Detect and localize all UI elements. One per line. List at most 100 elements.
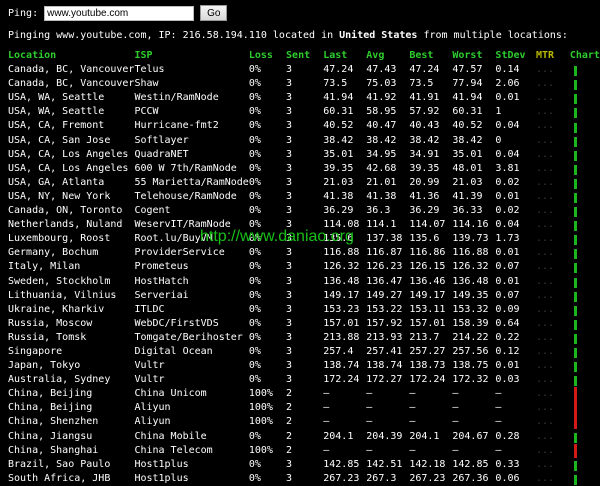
- mtr-link[interactable]: ...: [536, 331, 570, 345]
- mtr-link[interactable]: ...: [536, 134, 570, 148]
- sent-cell: 3: [286, 162, 293, 174]
- worst-cell: 38.42: [452, 134, 483, 146]
- last-cell: 47.24: [323, 64, 354, 76]
- last-cell: –: [323, 444, 330, 456]
- mtr-link[interactable]: ...: [536, 387, 570, 401]
- last-cell: 153.23: [323, 303, 360, 315]
- mtr-link[interactable]: ...: [536, 472, 570, 486]
- latency-bar: [573, 263, 577, 274]
- table-row: Lithuania, Vilnius Serveriai 0% 3 149.17 149.…: [8, 289, 600, 303]
- mtr-link[interactable]: ...: [536, 458, 570, 472]
- last-cell: 36.29: [323, 205, 354, 217]
- mtr-link[interactable]: ...: [536, 317, 570, 331]
- mtr-link[interactable]: ...: [536, 303, 570, 317]
- mtr-link[interactable]: ...: [536, 444, 570, 458]
- stdev-cell: 0.04: [495, 120, 520, 132]
- location-cell: Russia, Moscow: [8, 317, 93, 329]
- mtr-link[interactable]: ...: [536, 289, 570, 303]
- loss-cell: 0%: [248, 148, 261, 160]
- mtr-link[interactable]: ...: [536, 359, 570, 373]
- col-header-mtr: MTR: [535, 50, 555, 61]
- mtr-link[interactable]: ...: [536, 218, 570, 232]
- mtr-link[interactable]: ...: [536, 260, 570, 274]
- worst-cell: 41.39: [452, 190, 483, 202]
- isp-cell: Softlayer: [134, 134, 189, 146]
- loss-cell: 0%: [248, 78, 261, 90]
- best-cell: 34.91: [409, 148, 440, 160]
- loss-cell: 0%: [248, 247, 261, 259]
- mtr-link[interactable]: ...: [536, 246, 570, 260]
- host-input[interactable]: [44, 5, 195, 21]
- sent-cell: 3: [286, 317, 293, 329]
- latency-bar: [573, 150, 577, 161]
- mtr-link[interactable]: ...: [536, 204, 570, 218]
- summary-prefix: Pinging www.youtube.com, IP: 216.58.194.…: [8, 30, 340, 41]
- worst-cell: 35.01: [452, 148, 483, 160]
- worst-cell: 40.52: [452, 120, 483, 132]
- worst-cell: 114.16: [452, 219, 489, 231]
- loss-cell: 0%: [248, 120, 261, 132]
- mtr-link[interactable]: ...: [536, 232, 570, 246]
- mtr-link[interactable]: ...: [536, 345, 570, 359]
- latency-bar: [573, 80, 577, 91]
- mtr-link[interactable]: ...: [536, 119, 570, 133]
- table-row: Canada, BC, Vancouver Shaw 0% 3 73.5 75.03 73.…: [8, 77, 600, 91]
- mtr-link[interactable]: ...: [536, 162, 570, 176]
- table-row: China, Shanghai China Telecom 100% 2 – – – – –..…: [8, 443, 600, 458]
- loss-cell: 100%: [248, 402, 273, 414]
- mtr-link[interactable]: ...: [536, 148, 570, 162]
- stdev-cell: 0.01: [495, 360, 520, 372]
- mtr-link[interactable]: ...: [536, 415, 570, 429]
- loss-cell: 0%: [248, 162, 261, 174]
- loss-cell: 0%: [248, 190, 261, 202]
- table-row: Canada, ON, Toronto Cogent 0% 3 36.29 36.3 36.…: [8, 204, 600, 218]
- stdev-cell: 0.01: [495, 247, 520, 259]
- mtr-link[interactable]: ...: [536, 176, 570, 190]
- mtr-link[interactable]: ...: [536, 91, 570, 105]
- mtr-link[interactable]: ...: [536, 190, 570, 204]
- best-cell: 138.73: [409, 360, 446, 372]
- location-cell: USA, CA, Fremont: [8, 120, 105, 132]
- stdev-cell: 1: [495, 106, 502, 118]
- table-row: Australia, Sydney Vultr 0% 3 172.24 172.27 172…: [8, 373, 600, 387]
- avg-cell: 153.22: [366, 303, 403, 315]
- loss-cell: 0%: [248, 360, 261, 372]
- latency-bar: [573, 94, 577, 105]
- chart-cell: [570, 387, 600, 402]
- sent-cell: 3: [286, 345, 293, 357]
- sent-cell: 3: [286, 289, 293, 301]
- best-cell: 204.1: [409, 430, 440, 442]
- mtr-link[interactable]: ...: [536, 63, 570, 77]
- worst-cell: 142.85: [452, 458, 489, 470]
- last-cell: 38.42: [323, 134, 354, 146]
- avg-cell: 41.38: [366, 190, 397, 202]
- mtr-link[interactable]: ...: [536, 105, 570, 119]
- last-cell: 204.1: [323, 430, 354, 442]
- loss-cell: 0%: [248, 275, 261, 287]
- latency-bar: [573, 348, 577, 359]
- loss-cell: 100%: [248, 416, 273, 428]
- best-cell: 47.24: [409, 64, 440, 76]
- table-row: China, Beijing Aliyun 100% 2 – – – – –...: [8, 401, 600, 416]
- chart-cell: [570, 303, 600, 317]
- chart-cell: [570, 63, 600, 77]
- mtr-link[interactable]: ...: [536, 77, 570, 91]
- last-cell: 142.85: [323, 458, 360, 470]
- mtr-link[interactable]: ...: [536, 430, 570, 444]
- go-button[interactable]: Go: [200, 5, 228, 21]
- stdev-cell: 0.06: [495, 472, 520, 484]
- mtr-link[interactable]: ...: [536, 401, 570, 415]
- isp-cell: Host1plus: [134, 458, 189, 470]
- mtr-link[interactable]: ...: [536, 275, 570, 289]
- chart-cell: [570, 289, 600, 303]
- mtr-link[interactable]: ...: [536, 373, 570, 387]
- sent-cell: 3: [286, 331, 293, 343]
- chart-cell: [570, 190, 600, 204]
- latency-bar: [573, 333, 577, 344]
- ping-form: Ping: Go: [8, 5, 228, 21]
- avg-cell: 257.41: [366, 345, 403, 357]
- worst-cell: 48.01: [452, 162, 483, 174]
- best-cell: 135.6: [409, 233, 440, 245]
- loss-cell: 100%: [248, 388, 273, 400]
- worst-cell: 158.39: [452, 317, 489, 329]
